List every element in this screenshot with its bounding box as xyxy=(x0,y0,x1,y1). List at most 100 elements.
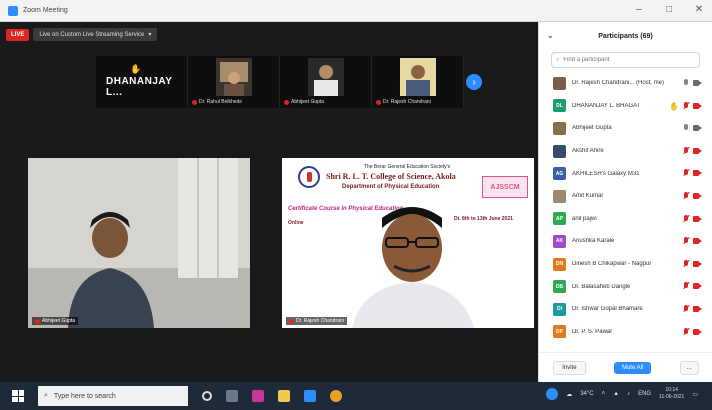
participant-status-icons xyxy=(683,304,702,313)
mic-muted-icon[interactable] xyxy=(683,259,689,268)
participant-name: Abhijeet Gupta xyxy=(572,125,612,132)
avatar: AP xyxy=(553,212,566,226)
mic-muted-icon[interactable] xyxy=(683,282,689,290)
mic-muted-icon[interactable] xyxy=(683,102,689,110)
participant-name: Dr. P. S. Pawar xyxy=(572,328,613,335)
mute-all-button[interactable]: Mute All xyxy=(613,361,652,374)
participant-video xyxy=(28,158,250,328)
mic-muted-icon xyxy=(192,99,197,105)
weather-icon[interactable]: ☁ xyxy=(566,391,572,398)
clock-time: 10:14 xyxy=(665,387,678,393)
mic-icon[interactable] xyxy=(683,79,689,87)
video-tile-left[interactable]: Abhijeet Gupta xyxy=(28,158,250,328)
participant-row[interactable]: Dr. Rajesh Chandrani... (Host, me) xyxy=(539,72,712,95)
weather-text[interactable]: 34°C xyxy=(580,391,593,397)
mic-muted-icon[interactable] xyxy=(683,327,689,336)
gallery-next-button[interactable]: › xyxy=(466,74,482,90)
language-indicator[interactable]: ENG xyxy=(638,391,651,397)
camera-off-icon[interactable] xyxy=(693,147,702,154)
camera-off-icon[interactable] xyxy=(693,305,702,312)
mic-muted-icon xyxy=(289,318,294,324)
window-title: Zoom Meeting xyxy=(23,7,68,14)
stream-dropdown[interactable]: Live on Custom Live Streaming Service ▾ xyxy=(33,28,158,41)
camera-off-icon[interactable] xyxy=(693,260,702,267)
mic-muted-icon[interactable] xyxy=(683,191,689,200)
mic-muted-icon[interactable] xyxy=(683,169,689,177)
participant-search[interactable]: ⌕ xyxy=(551,52,700,68)
participant-status-icons xyxy=(683,79,702,87)
task-view-icon[interactable] xyxy=(226,390,238,402)
participant-row[interactable]: Amit Kumar xyxy=(539,185,712,208)
gallery-tile[interactable]: Abhijeet Gupta xyxy=(280,56,372,108)
raised-hand-icon: ✋ xyxy=(130,64,142,74)
participants-title: Participants (69) xyxy=(598,32,653,40)
participant-status-icons xyxy=(683,169,702,177)
gallery-tile[interactable]: Dr. Rahul Belkhede xyxy=(188,56,280,108)
participant-search-input[interactable] xyxy=(563,57,684,63)
notification-icon[interactable]: ▭ xyxy=(692,391,698,398)
participant-row[interactable]: DI Dr. Ishwar Gopal Bhamare xyxy=(539,298,712,321)
participant-status-icons xyxy=(683,327,702,336)
mic-muted-icon xyxy=(35,318,40,324)
search-icon: ⌕ xyxy=(44,392,48,399)
camera-off-icon[interactable] xyxy=(693,238,702,245)
close-icon[interactable]: ✕ xyxy=(694,4,704,15)
clock-date: 11-06-2021 xyxy=(659,394,685,400)
participant-row[interactable]: Akshit Ahire xyxy=(539,140,712,163)
participant-name: anil pajwi xyxy=(572,215,597,222)
chrome-icon[interactable] xyxy=(330,390,342,402)
search-icon: ⌕ xyxy=(556,56,560,63)
invite-button[interactable]: Invite xyxy=(553,360,586,375)
participant-row[interactable]: AP anil pajwi xyxy=(539,208,712,231)
participant-row[interactable]: Abhijeet Gupta xyxy=(539,117,712,140)
mic-muted-icon[interactable] xyxy=(683,237,689,245)
volume-icon[interactable]: ♪ xyxy=(627,391,630,397)
tray-app-icon[interactable] xyxy=(546,388,559,400)
more-button[interactable]: ... xyxy=(679,360,699,375)
avatar: DL xyxy=(553,99,566,113)
camera-off-icon[interactable] xyxy=(693,215,702,222)
collapse-icon[interactable]: ⌄ xyxy=(547,31,554,40)
video-tile-right[interactable]: The Berar General Education Society's Sh… xyxy=(282,158,534,328)
camera-off-icon[interactable] xyxy=(693,103,702,110)
camera-off-icon[interactable] xyxy=(693,192,702,199)
chevron-up-icon[interactable]: ˄ xyxy=(602,391,606,397)
meeting-area: LIVE Live on Custom Live Streaming Servi… xyxy=(0,22,538,382)
file-explorer-icon[interactable] xyxy=(278,390,290,402)
windows-start-icon[interactable] xyxy=(12,390,24,402)
gallery-tile[interactable]: Dr. Rajesh Chandrani xyxy=(372,56,464,108)
live-badge[interactable]: LIVE xyxy=(6,28,30,41)
camera-icon[interactable] xyxy=(693,80,702,86)
participant-status-icons xyxy=(683,237,702,245)
gallery-strip: ✋ DHANANJAY L... Dr. Rahul Belkhede Abhi… xyxy=(96,56,464,108)
camera-off-icon[interactable] xyxy=(693,170,702,177)
tile-label: Dr. Rahul Belkhede xyxy=(192,99,242,105)
participant-row[interactable]: AG AKHILESH's Galaxy M31 xyxy=(539,162,712,185)
app-icon[interactable] xyxy=(252,390,264,402)
taskbar-search[interactable]: ⌕ Type here to search xyxy=(38,386,188,406)
participant-row[interactable]: DL DHANANJAY L. BHAGAT ✋ xyxy=(539,95,712,118)
tile-label: Abhijeet Gupta xyxy=(32,317,79,325)
network-icon[interactable]: ▲ xyxy=(613,391,619,397)
participants-header: ⌄ Participants (69) xyxy=(539,22,712,50)
camera-off-icon[interactable] xyxy=(693,283,702,290)
mic-muted-icon[interactable] xyxy=(683,214,689,223)
participant-row[interactable]: AK Anushka Karale xyxy=(539,230,712,253)
gallery-tile[interactable]: ✋ DHANANJAY L... xyxy=(96,56,188,108)
windows-taskbar: ⌕ Type here to search ☁ 34°C ˄ ▲ ♪ ENG 1… xyxy=(0,382,712,410)
participant-row[interactable]: DN Dinesh B Chikapwar - Nagpur xyxy=(539,253,712,276)
camera-icon[interactable] xyxy=(693,125,702,132)
zoom-taskbar-icon[interactable] xyxy=(304,390,316,402)
participant-row[interactable]: DP Dr. P. S. Pawar xyxy=(539,321,712,344)
clock[interactable]: 10:14 11-06-2021 xyxy=(659,387,684,401)
mic-icon[interactable] xyxy=(683,124,689,132)
minimize-icon[interactable]: – xyxy=(634,4,644,15)
participant-status-icons xyxy=(683,191,702,200)
cortana-icon[interactable] xyxy=(202,391,212,401)
participant-name: Dinesh B Chikapwar - Nagpur xyxy=(572,261,652,268)
maximize-icon[interactable]: □ xyxy=(664,4,674,15)
camera-off-icon[interactable] xyxy=(693,328,702,335)
participant-row[interactable]: DB Dr. Balasaheb Dangle xyxy=(539,275,712,298)
mic-muted-icon[interactable] xyxy=(683,146,689,155)
mic-muted-icon[interactable] xyxy=(683,304,689,313)
